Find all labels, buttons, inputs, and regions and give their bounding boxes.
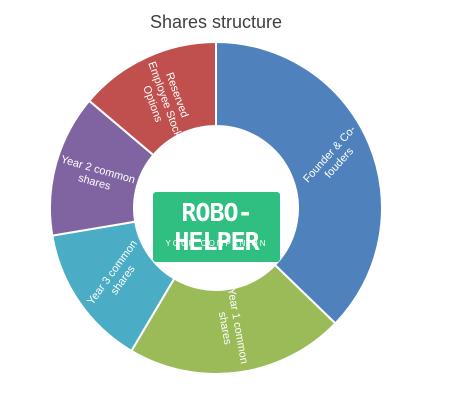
logo-tagline: YOUR COMPANION	[165, 239, 268, 248]
slice-1	[215, 40, 383, 325]
robo-helper-logo: ROBO-HELPER YOUR COMPANION	[153, 192, 280, 262]
